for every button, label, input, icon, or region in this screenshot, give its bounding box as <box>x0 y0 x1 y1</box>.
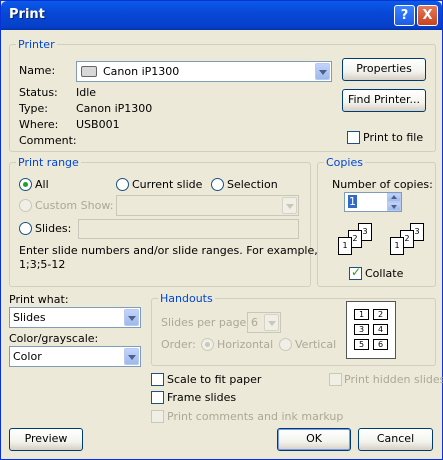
properties-button[interactable]: Properties <box>342 58 426 81</box>
slides-per-page-label: Slides per page: <box>161 316 251 329</box>
order-label: Order: <box>161 338 196 351</box>
frame-slides-label[interactable]: Frame slides <box>167 391 236 404</box>
vertical-radio[interactable] <box>279 338 292 351</box>
print-range-legend: Print range <box>16 156 81 169</box>
slides-label[interactable]: Slides: <box>35 222 71 235</box>
printer-legend: Printer <box>16 38 57 51</box>
close-icon: X <box>422 8 433 23</box>
status-value: Idle <box>76 86 97 99</box>
collate-checkbox[interactable] <box>349 265 362 280</box>
slides-help-line2: 1;3;5-12 <box>19 258 66 271</box>
collate-label[interactable]: Collate <box>365 267 403 280</box>
handout-cell: 6 <box>373 339 388 350</box>
print-hidden-label[interactable]: Print hidden slides <box>344 373 443 386</box>
copies-legend: Copies <box>324 156 365 169</box>
print-to-file-checkbox[interactable] <box>347 131 360 144</box>
handouts-legend: Handouts <box>158 292 215 305</box>
preview-button[interactable]: Preview <box>9 428 83 451</box>
selection-radio[interactable] <box>211 178 224 191</box>
print-to-file-label[interactable]: Print to file <box>363 131 423 144</box>
slides-help-line1: Enter slide numbers and/or slide ranges.… <box>19 244 318 257</box>
selection-label[interactable]: Selection <box>227 178 278 191</box>
type-value: Canon iP1300 <box>76 102 153 115</box>
find-printer-button[interactable]: Find Printer... <box>342 89 426 112</box>
status-label: Status: <box>19 86 58 99</box>
handout-cell: 2 <box>373 309 388 320</box>
color-grayscale-value: Color <box>13 350 42 363</box>
print-comments-checkbox[interactable] <box>151 410 164 423</box>
chevron-down-icon[interactable] <box>124 348 139 365</box>
current-slide-label[interactable]: Current slide <box>132 178 202 191</box>
chevron-down-icon[interactable] <box>282 197 297 214</box>
horizontal-radio[interactable] <box>201 338 214 351</box>
slides-per-page-value: 6 <box>251 316 258 329</box>
handout-cell: 1 <box>354 309 369 320</box>
current-slide-radio[interactable] <box>116 178 129 191</box>
handout-layout-preview: 1 2 3 4 5 6 <box>346 301 396 359</box>
type-label: Type: <box>19 102 48 115</box>
close-button[interactable]: X <box>417 5 438 26</box>
print-dialog: Print ? X Printer Name: Canon iP1300 Pro… <box>0 0 443 460</box>
handout-cell: 3 <box>354 324 369 335</box>
chevron-down-icon[interactable] <box>315 63 330 80</box>
custom-show-radio[interactable] <box>19 199 32 212</box>
custom-show-select[interactable] <box>116 195 299 216</box>
printer-name-label: Name: <box>19 64 56 77</box>
slides-input[interactable] <box>78 219 299 239</box>
slides-per-page-select[interactable]: 6 <box>247 312 281 333</box>
printer-icon <box>81 66 97 77</box>
handout-cell: 4 <box>373 324 388 335</box>
title-bar[interactable]: Print ? X <box>1 1 442 30</box>
spin-down-icon[interactable] <box>387 202 401 211</box>
spin-up-icon[interactable] <box>387 193 401 202</box>
handout-cell: 5 <box>354 339 369 350</box>
number-of-copies-label: Number of copies: <box>332 178 433 191</box>
printer-name-value: Canon iP1300 <box>103 65 180 78</box>
where-label: Where: <box>19 118 59 131</box>
color-grayscale-select[interactable]: Color <box>9 346 141 367</box>
print-hidden-checkbox[interactable] <box>329 373 342 386</box>
scale-to-fit-checkbox[interactable] <box>151 373 164 386</box>
window-title: Print <box>9 7 45 22</box>
copies-spinner[interactable]: 1 <box>344 192 402 212</box>
cancel-button[interactable]: Cancel <box>358 428 433 451</box>
help-icon: ? <box>400 8 409 23</box>
help-button[interactable]: ? <box>394 5 415 26</box>
all-label[interactable]: All <box>35 178 49 191</box>
comment-label: Comment: <box>19 134 77 147</box>
frame-slides-checkbox[interactable] <box>151 391 164 404</box>
scale-to-fit-label[interactable]: Scale to fit paper <box>167 373 261 386</box>
all-radio[interactable] <box>19 178 32 191</box>
ok-button[interactable]: OK <box>277 428 351 451</box>
collate-page: 1 <box>338 237 352 255</box>
print-what-select[interactable]: Slides <box>9 307 141 328</box>
print-what-value: Slides <box>13 311 46 324</box>
slides-radio[interactable] <box>19 222 32 235</box>
copies-value[interactable]: 1 <box>348 195 357 208</box>
print-comments-label[interactable]: Print comments and ink markup <box>167 410 343 423</box>
vertical-label[interactable]: Vertical <box>295 338 336 351</box>
custom-show-label[interactable]: Custom Show: <box>35 199 113 212</box>
where-value: USB001 <box>76 118 120 131</box>
color-grayscale-label: Color/grayscale: <box>9 332 99 345</box>
collate-page: 1 <box>390 237 404 255</box>
chevron-down-icon[interactable] <box>264 314 279 331</box>
print-what-label: Print what: <box>9 293 69 306</box>
horizontal-label[interactable]: Horizontal <box>217 338 273 351</box>
chevron-down-icon[interactable] <box>124 309 139 326</box>
printer-name-select[interactable]: Canon iP1300 <box>76 61 332 82</box>
